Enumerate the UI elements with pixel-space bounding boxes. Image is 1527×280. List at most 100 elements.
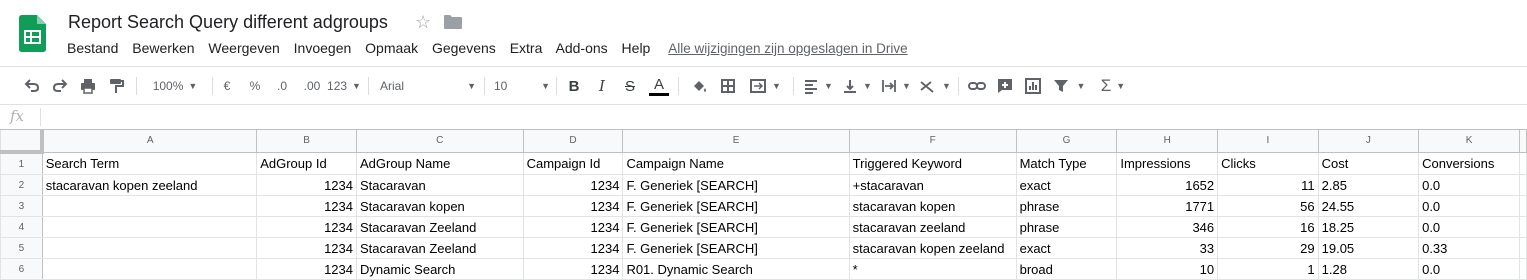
cell-a2[interactable]: stacaravan kopen zeeland bbox=[41, 174, 258, 196]
formula-input[interactable] bbox=[48, 108, 1527, 126]
cell-d4[interactable]: 1234 bbox=[522, 216, 624, 238]
cell-a1[interactable]: Search Term bbox=[41, 151, 258, 175]
column-header-f[interactable]: F bbox=[848, 129, 1017, 153]
filter-select[interactable]: ▼ bbox=[1050, 73, 1088, 99]
row-header[interactable]: 2 bbox=[0, 174, 43, 196]
cell-b5[interactable]: 1234 bbox=[256, 237, 357, 259]
cell-g1[interactable]: Match Type bbox=[1015, 151, 1118, 175]
percent-format-button[interactable]: % bbox=[246, 73, 264, 99]
zoom-select[interactable]: 100% ▼ bbox=[146, 73, 204, 99]
cell-i5[interactable]: 29 bbox=[1217, 237, 1319, 259]
cell-h3[interactable]: 1771 bbox=[1116, 195, 1219, 217]
cell-i6[interactable]: 1 bbox=[1217, 258, 1319, 280]
cell-a4[interactable] bbox=[41, 216, 258, 238]
cell-h5[interactable]: 33 bbox=[1116, 237, 1219, 259]
menu-add-ons[interactable]: Add-ons bbox=[556, 40, 608, 56]
insert-chart-icon[interactable] bbox=[1022, 73, 1044, 99]
cell-h6[interactable]: 10 bbox=[1116, 258, 1219, 280]
cell-k4[interactable]: 0.0 bbox=[1418, 216, 1520, 238]
cell-e4[interactable]: F. Generiek [SEARCH] bbox=[622, 216, 850, 238]
fill-color-icon[interactable] bbox=[688, 73, 710, 99]
cell-k5[interactable]: 0.33 bbox=[1418, 237, 1520, 259]
currency-format-button[interactable]: € bbox=[218, 73, 236, 99]
cell-f2[interactable]: +stacaravan bbox=[848, 174, 1017, 196]
menu-weergeven[interactable]: Weergeven bbox=[208, 40, 279, 56]
column-header-c[interactable]: C bbox=[355, 129, 524, 153]
cell-e1[interactable]: Campaign Name bbox=[622, 151, 850, 175]
cell-i2[interactable]: 11 bbox=[1217, 174, 1319, 196]
cell-h1[interactable]: Impressions bbox=[1116, 151, 1219, 175]
column-header-h[interactable]: H bbox=[1116, 129, 1219, 153]
cell-f1[interactable]: Triggered Keyword bbox=[848, 151, 1017, 175]
cell-e3[interactable]: F. Generiek [SEARCH] bbox=[622, 195, 850, 217]
bold-button[interactable]: B bbox=[564, 73, 584, 99]
strikethrough-button[interactable]: S bbox=[620, 73, 640, 99]
increase-decimals-button[interactable]: .00 bbox=[299, 73, 325, 99]
cell-c5[interactable]: Stacaravan Zeeland bbox=[355, 237, 524, 259]
functions-select[interactable]: Σ ▼ bbox=[1096, 73, 1130, 99]
cell-f5[interactable]: stacaravan kopen zeeland bbox=[848, 237, 1017, 259]
decrease-decimals-button[interactable]: .0 bbox=[271, 73, 293, 99]
cell-a6[interactable] bbox=[41, 258, 258, 280]
cell-l2[interactable] bbox=[1519, 174, 1527, 196]
cell-f3[interactable]: stacaravan kopen bbox=[848, 195, 1017, 217]
cell-a5[interactable] bbox=[41, 237, 258, 259]
column-header-k[interactable]: K bbox=[1418, 129, 1520, 153]
vertical-align-select[interactable]: ▼ bbox=[841, 73, 873, 99]
menu-help[interactable]: Help bbox=[622, 40, 651, 56]
cell-h4[interactable]: 346 bbox=[1116, 216, 1219, 238]
star-icon[interactable]: ☆ bbox=[415, 12, 431, 33]
column-header-b[interactable]: B bbox=[256, 129, 357, 153]
cell-j3[interactable]: 24.55 bbox=[1317, 195, 1420, 217]
cell-c4[interactable]: Stacaravan Zeeland bbox=[355, 216, 524, 238]
insert-link-icon[interactable] bbox=[966, 73, 988, 99]
cell-k2[interactable]: 0.0 bbox=[1418, 174, 1520, 196]
cell-i1[interactable]: Clicks bbox=[1217, 151, 1319, 175]
cell-j1[interactable]: Cost bbox=[1317, 151, 1420, 175]
merge-cells-select[interactable]: ▼ bbox=[745, 73, 785, 99]
menu-extra[interactable]: Extra bbox=[510, 40, 543, 56]
redo-icon[interactable] bbox=[48, 73, 72, 99]
cell-d2[interactable]: 1234 bbox=[522, 174, 624, 196]
cell-l6[interactable] bbox=[1519, 258, 1527, 280]
cell-k6[interactable]: 0.0 bbox=[1418, 258, 1520, 280]
cell-k1[interactable]: Conversions bbox=[1418, 151, 1520, 175]
cell-g4[interactable]: phrase bbox=[1015, 216, 1118, 238]
column-header-d[interactable]: D bbox=[522, 129, 624, 153]
row-header[interactable]: 1 bbox=[0, 151, 43, 175]
text-color-button[interactable]: A bbox=[648, 73, 670, 99]
column-header-g[interactable]: G bbox=[1015, 129, 1118, 153]
font-family-select[interactable]: Arial ▼ bbox=[380, 73, 476, 99]
cell-g5[interactable]: exact bbox=[1015, 237, 1118, 259]
select-all-corner[interactable] bbox=[0, 129, 45, 154]
cell-d6[interactable]: 1234 bbox=[522, 258, 624, 280]
cell-b3[interactable]: 1234 bbox=[256, 195, 357, 217]
cell-c3[interactable]: Stacaravan kopen bbox=[355, 195, 524, 217]
cell-b1[interactable]: AdGroup Id bbox=[256, 151, 357, 175]
cell-i3[interactable]: 56 bbox=[1217, 195, 1319, 217]
row-header[interactable]: 6 bbox=[0, 258, 43, 280]
cell-b4[interactable]: 1234 bbox=[256, 216, 357, 238]
google-sheets-logo-icon[interactable] bbox=[19, 15, 46, 52]
cell-j4[interactable]: 18.25 bbox=[1317, 216, 1420, 238]
cell-j2[interactable]: 2.85 bbox=[1317, 174, 1420, 196]
save-status-link[interactable]: Alle wijzigingen zijn opgeslagen in Driv… bbox=[668, 41, 907, 56]
row-header[interactable]: 5 bbox=[0, 237, 43, 259]
insert-comment-icon[interactable] bbox=[994, 73, 1016, 99]
column-header-j[interactable]: J bbox=[1317, 129, 1420, 153]
cell-b2[interactable]: 1234 bbox=[256, 174, 357, 196]
cell-b6[interactable]: 1234 bbox=[256, 258, 357, 280]
cell-j5[interactable]: 19.05 bbox=[1317, 237, 1420, 259]
cell-e2[interactable]: F. Generiek [SEARCH] bbox=[622, 174, 850, 196]
cell-i4[interactable]: 16 bbox=[1217, 216, 1319, 238]
cell-g6[interactable]: broad bbox=[1015, 258, 1118, 280]
undo-icon[interactable] bbox=[20, 73, 44, 99]
paint-format-icon[interactable] bbox=[104, 73, 128, 99]
column-header-a[interactable]: A bbox=[41, 129, 258, 153]
cell-e5[interactable]: F. Generiek [SEARCH] bbox=[622, 237, 850, 259]
text-wrapping-select[interactable]: ▼ bbox=[879, 73, 913, 99]
folder-icon[interactable] bbox=[444, 15, 462, 29]
cell-g3[interactable]: phrase bbox=[1015, 195, 1118, 217]
row-header[interactable]: 4 bbox=[0, 216, 43, 238]
menu-opmaak[interactable]: Opmaak bbox=[365, 40, 418, 56]
